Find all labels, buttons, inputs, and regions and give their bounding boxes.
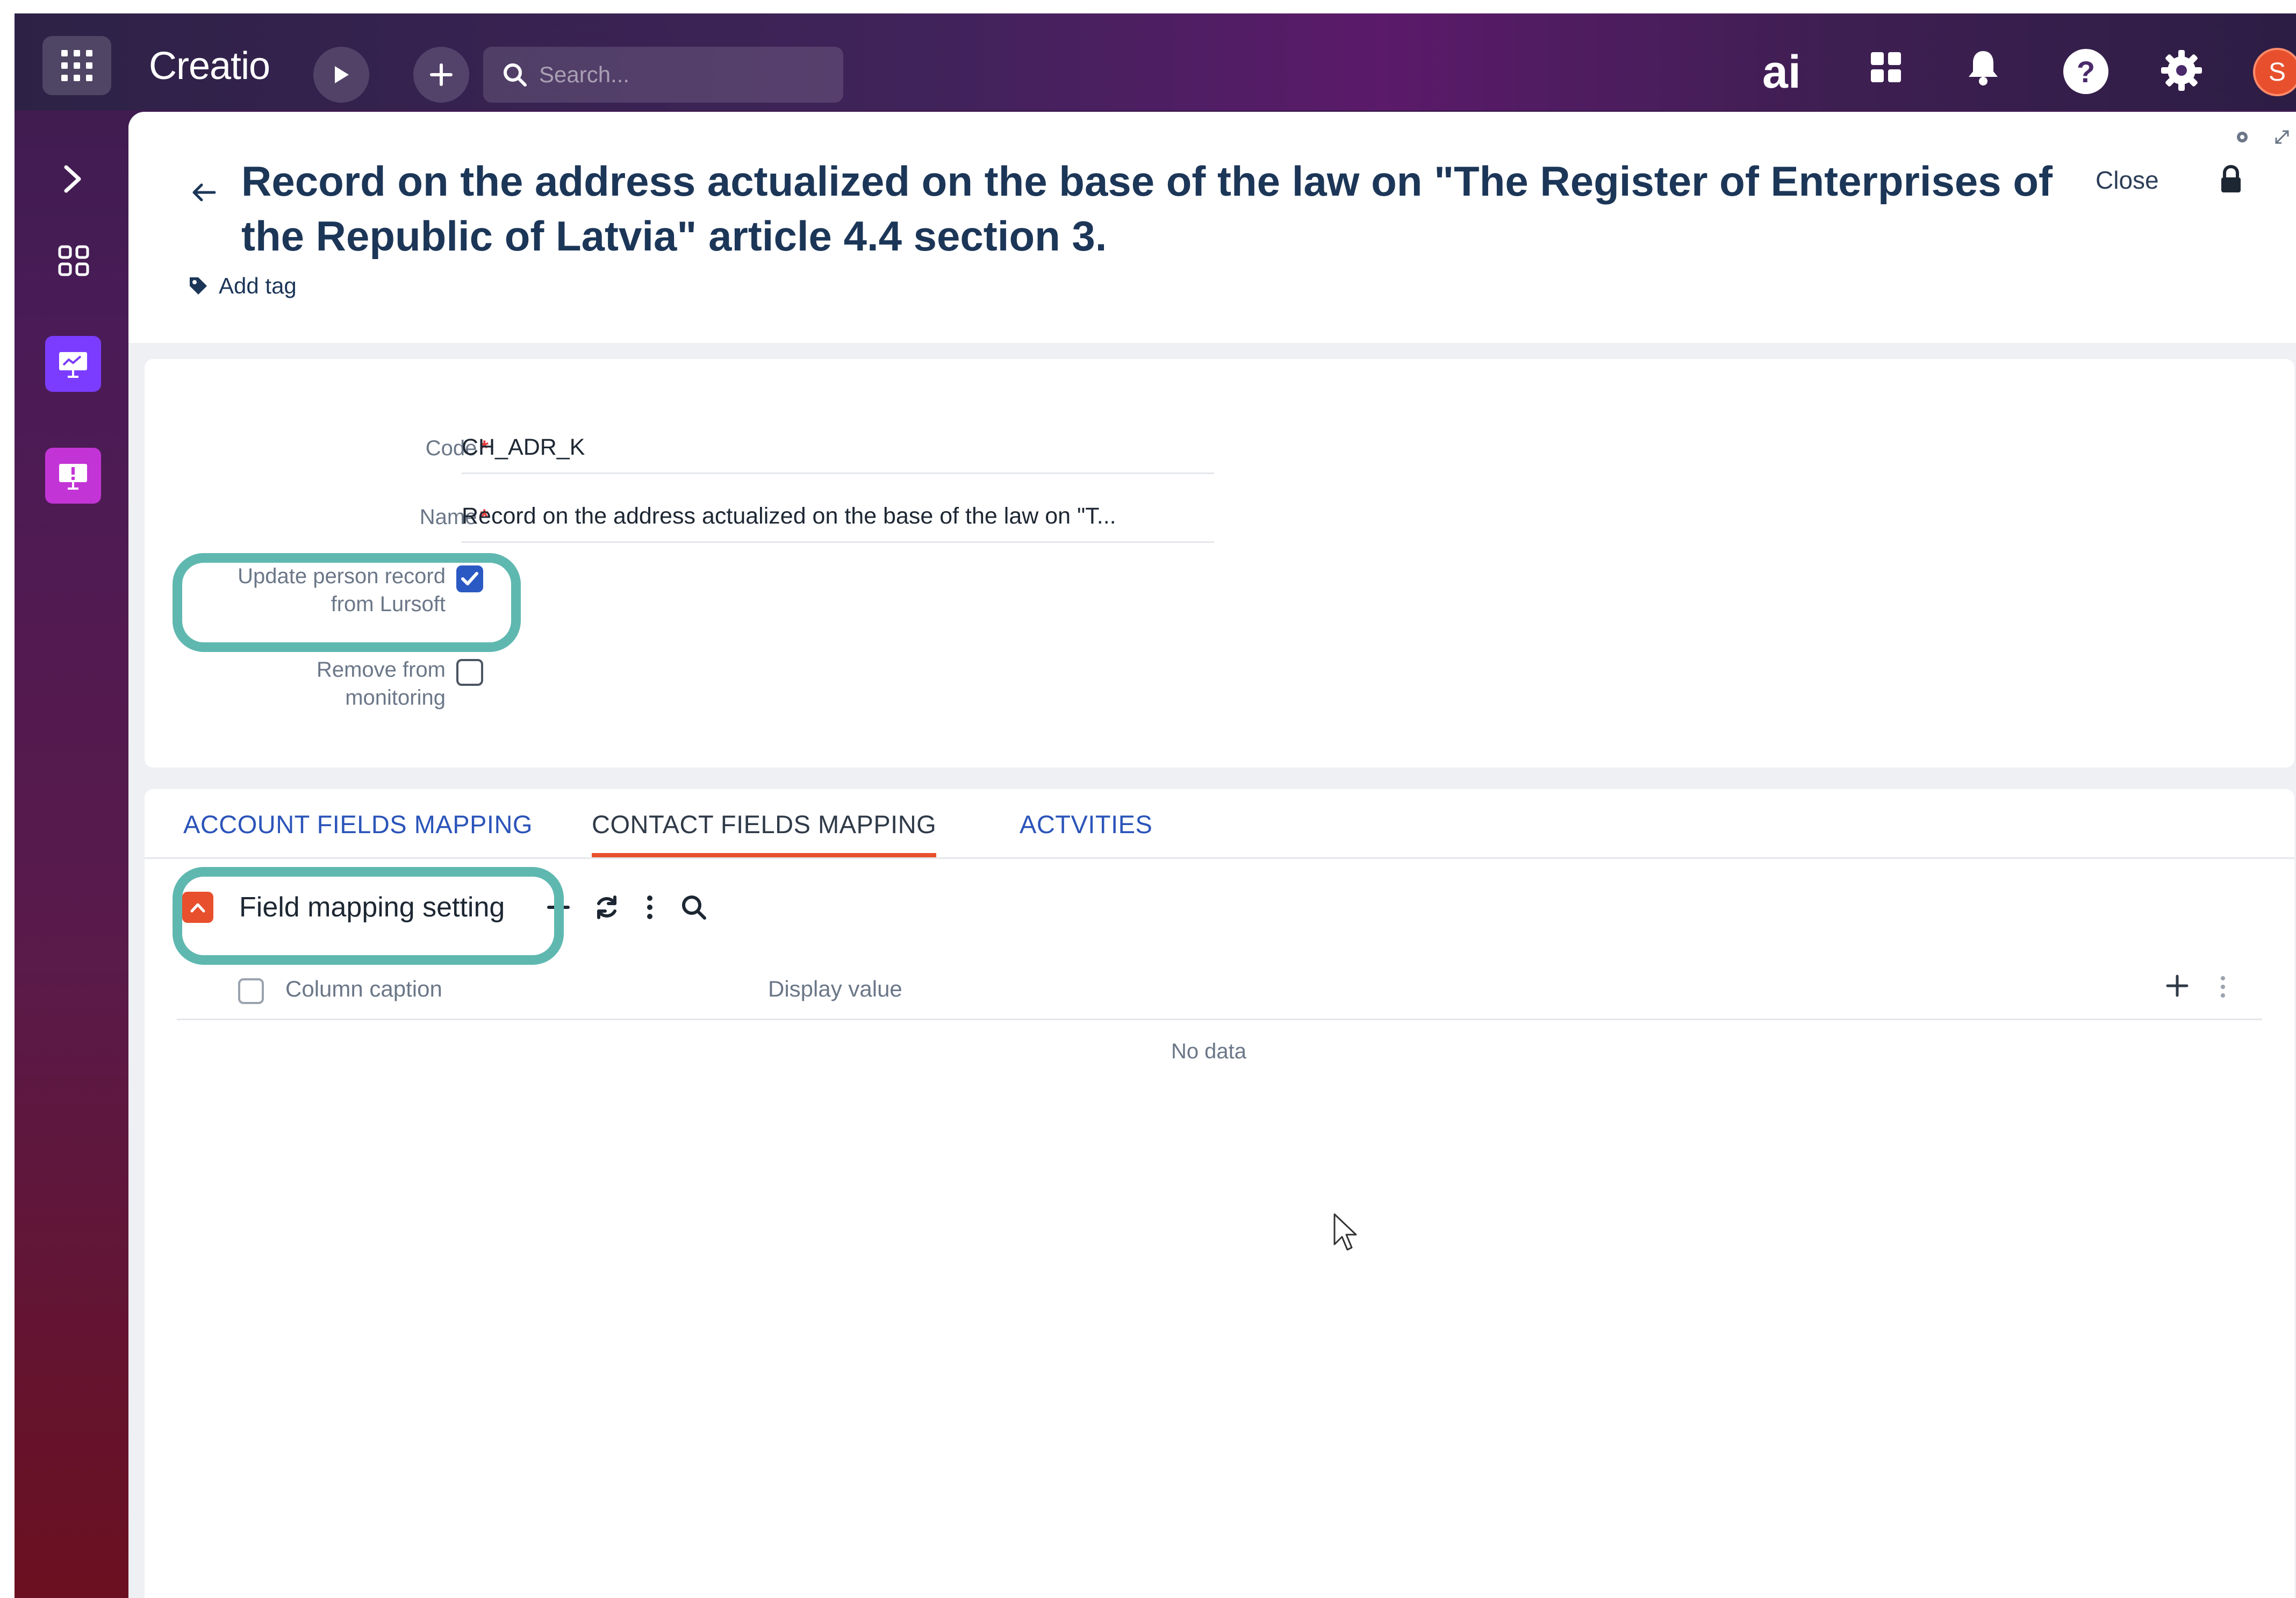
highlight-update-person [173,553,521,652]
tab-activities[interactable]: ACTVITIES [1020,809,1152,853]
grid-header: Column caption Display value [177,966,2262,1020]
code-field[interactable]: CH_ADR_K [462,434,1214,474]
dashboard-icon [58,245,89,276]
sidebar-item-alert-app[interactable] [45,448,101,504]
chevron-right-icon [64,165,81,193]
app-tiles-icon [1871,52,1901,82]
sidebar-item-presentation-app[interactable] [45,336,101,392]
alert-board-icon [59,464,87,490]
run-process-button[interactable] [313,47,369,103]
user-avatar[interactable]: S [2253,48,2296,96]
record-page: Record on the address actualized on the … [128,112,2296,1598]
apps-grid-button[interactable] [42,36,111,95]
search-icon [682,895,706,920]
tab-bar: ACCOUNT FIELDS MAPPING CONTACT FIELDS MA… [145,789,2294,859]
expand-icon[interactable] [2273,128,2291,146]
more-vertical-icon [647,895,652,919]
sidebar-item-dashboards[interactable] [58,245,90,277]
more-actions-button[interactable] [634,891,666,923]
sidebar-expand-button[interactable] [58,159,88,199]
empty-state-text: No data [1171,1040,1247,1063]
ai-icon: ai [1762,46,1801,98]
creatio-app-window: Creatio ai ? [15,13,2296,1598]
settings-button[interactable] [2159,48,2204,93]
tab-account-fields-mapping[interactable]: ACCOUNT FIELDS MAPPING [183,809,533,853]
add-column-button[interactable] [2165,974,2195,1004]
column-header-caption[interactable]: Column caption [285,976,442,1002]
back-button[interactable] [182,171,225,214]
column-header-display-value[interactable]: Display value [768,976,902,1002]
mouse-cursor-icon [1333,1213,1357,1251]
gear-icon [2161,50,2202,91]
record-header: Record on the address actualized on the … [128,112,2296,343]
app-tiles-button[interactable] [1869,50,1903,84]
creatio-logo[interactable]: Creatio [149,45,270,88]
left-sidebar [15,110,128,1598]
remove-monitoring-label: Remove from monitoring [316,658,446,710]
create-new-button[interactable] [413,47,469,103]
panel-settings-icon[interactable] [2233,128,2251,146]
lock-button[interactable] [2219,164,2251,202]
more-vertical-icon [2221,976,2225,998]
detail-search-button[interactable] [678,891,710,923]
top-bar: Creatio ai ? [15,13,2296,110]
grid-settings-button[interactable] [2219,974,2235,1004]
arrow-left-icon [192,183,216,202]
ai-assistant-button[interactable]: ai [1762,46,1801,99]
plus-icon [430,63,453,86]
search-input[interactable] [539,62,819,88]
lock-icon [2221,164,2241,192]
play-icon [335,66,349,83]
bell-icon [1969,51,1998,85]
refresh-icon [597,895,616,919]
add-tag-button[interactable]: Add tag [188,273,297,299]
help-button[interactable]: ? [2063,49,2108,94]
tag-icon [190,277,207,295]
apps-grid-icon [61,50,92,81]
highlight-field-mapping [173,867,564,965]
remove-monitoring-checkbox[interactable] [456,659,483,686]
refresh-button[interactable] [591,891,623,923]
close-button[interactable]: Close [2096,166,2159,195]
notifications-button[interactable] [1967,49,2000,87]
help-icon: ? [2076,54,2096,89]
presentation-icon [59,352,87,378]
page-title: Record on the address actualized on the … [241,157,2053,260]
global-search[interactable] [483,47,843,103]
name-field[interactable]: Record on the address actualized on the … [462,503,1214,543]
search-icon [504,63,527,87]
tab-contact-fields-mapping[interactable]: CONTACT FIELDS MAPPING [592,809,937,857]
select-all-checkbox[interactable] [238,978,264,1004]
add-tag-label: Add tag [219,273,297,298]
plus-icon [2166,974,2189,997]
